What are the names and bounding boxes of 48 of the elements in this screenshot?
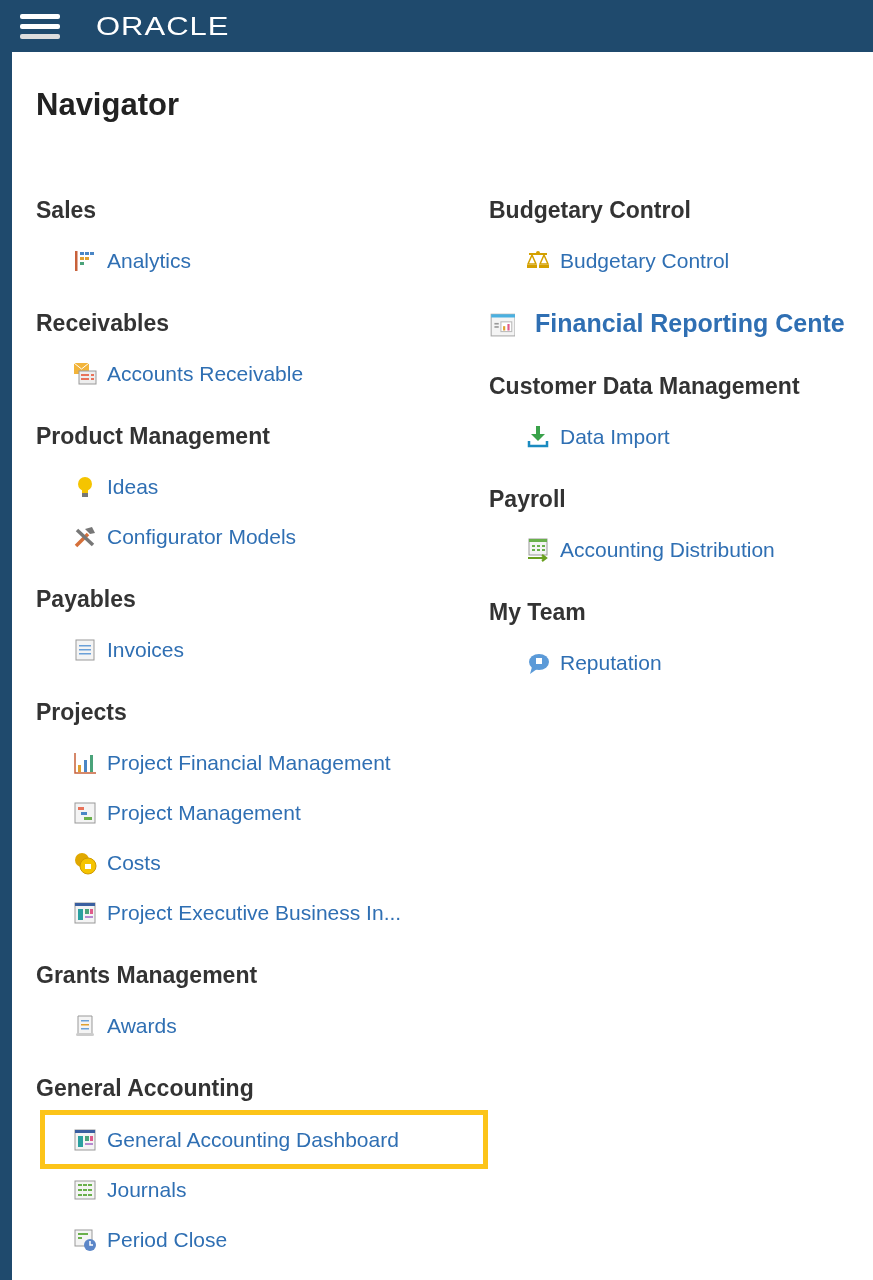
coins-icon [73,851,97,876]
nav-link[interactable]: Project Financial Management [36,738,489,789]
nav-link[interactable]: Budgetary Control [489,236,873,287]
nav-link[interactable]: Analytics [36,236,489,287]
table-arrow-icon [526,538,550,563]
section-heading: Sales [36,196,98,226]
nav-link[interactable]: General Accounting Dashboard [45,1114,399,1165]
dashboard-icon [73,901,97,926]
report-link[interactable]: Financial Reporting Cente [489,299,873,350]
nav-link[interactable]: Invoices [36,625,489,676]
nav-link[interactable]: Project Management [36,788,489,839]
section-heading: Payables [36,585,137,615]
report-icon [489,311,515,338]
nav-link[interactable]: Accounting Distribution [489,525,873,576]
menu-icon[interactable] [20,11,60,41]
nav-link[interactable]: Awards [36,1001,489,1052]
nav-link[interactable]: Ideas [36,462,489,513]
dashboard-icon [73,1127,97,1152]
section-heading: Grants Management [36,961,259,991]
nav-link[interactable]: Journals [36,1165,489,1216]
nav-link[interactable]: Reputation [489,638,873,689]
tools-icon [73,525,97,550]
section-heading: Projects [36,698,128,728]
analytics-icon [73,249,97,274]
section-heading: Budgetary Control [489,196,692,226]
section-heading: Payroll [489,485,567,515]
nav-link[interactable]: Project Executive Business In... [36,888,489,939]
speech-bubble-icon [526,651,550,676]
section-heading: Customer Data Management [489,372,801,402]
table-icon [73,1178,97,1203]
download-icon [526,425,550,450]
envelope-document-icon [73,362,97,387]
section-heading: General Accounting [36,1074,255,1104]
bar-chart-icon [73,751,97,776]
nav-link[interactable]: Costs [36,838,489,889]
nav-link[interactable]: Accounts Receivable [36,349,489,400]
document-icon [73,638,97,663]
logo: ORACLE [96,12,230,40]
section-heading: My Team [489,598,587,628]
section-heading: Product Management [36,422,271,452]
table-clock-icon [73,1228,97,1253]
nav-link[interactable]: Period Close [36,1215,489,1266]
nav-link[interactable]: Configurator Models [36,512,489,563]
nav-link[interactable]: Data Import [489,412,873,463]
scroll-icon [73,1014,97,1039]
page-title: Navigator [36,86,180,124]
section-heading: Receivables [36,309,170,339]
gantt-chart-icon [73,801,97,826]
